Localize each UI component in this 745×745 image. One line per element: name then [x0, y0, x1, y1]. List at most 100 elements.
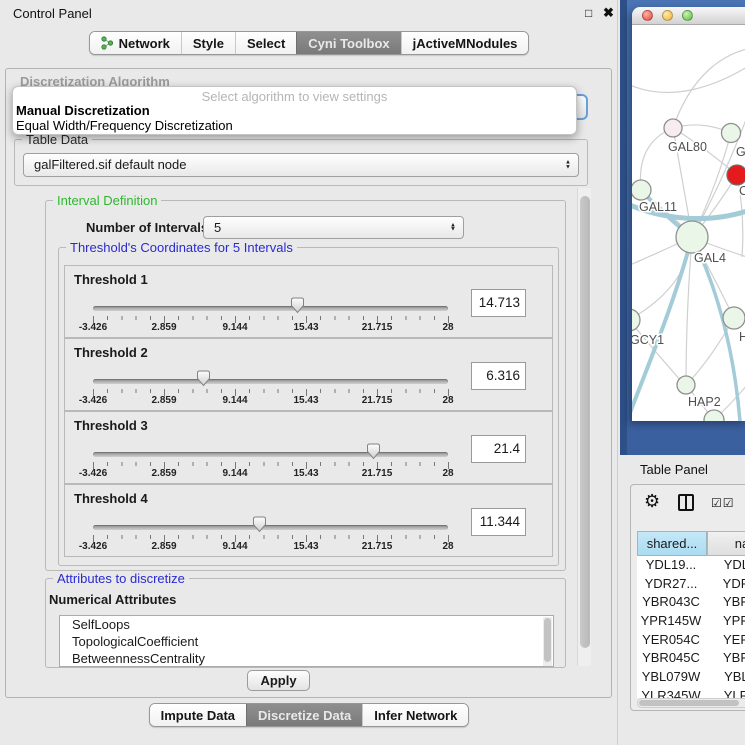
- table-cell-shared-name[interactable]: YDR27...: [637, 575, 705, 594]
- threshold-1-slider[interactable]: -3.4262.8599.14415.4321.71528: [93, 266, 448, 339]
- attribute-list-item[interactable]: BetweennessCentrality: [60, 650, 553, 667]
- table-cell-name[interactable]: YBR0: [705, 649, 745, 668]
- threshold-3-slider[interactable]: -3.4262.8599.14415.4321.71528: [93, 412, 448, 485]
- threshold-4-value[interactable]: 11.344: [471, 508, 526, 536]
- algorithm-option-manual[interactable]: Manual Discretization: [13, 103, 576, 118]
- table-cell-shared-name[interactable]: YBL079W: [637, 668, 705, 687]
- scale-tick-label: 2.859: [151, 322, 176, 333]
- table-panel-title: Table Panel: [640, 462, 708, 477]
- table-cell-name[interactable]: YDR2: [705, 575, 745, 594]
- node-right-mid[interactable]: [723, 307, 745, 329]
- threshold-4-panel: Threshold 4 -3.4262.8599.14415.4321.7152…: [64, 484, 553, 557]
- slider-thumb[interactable]: [196, 370, 211, 387]
- table-horizontal-scrollbar-thumb[interactable]: [639, 700, 739, 706]
- panel-vertical-scrollbar-thumb[interactable]: [580, 196, 590, 648]
- table-row[interactable]: YDL19...YDL1: [637, 556, 745, 575]
- slider-thumb[interactable]: [366, 443, 381, 460]
- table-cell-name[interactable]: YPR1: [705, 612, 745, 631]
- table-cell-name[interactable]: YBL0: [705, 668, 745, 687]
- node-top-right[interactable]: [722, 124, 741, 143]
- table-cell-name[interactable]: YBR0: [705, 593, 745, 612]
- list-scrollbar[interactable]: [543, 617, 552, 667]
- table-cell-shared-name[interactable]: YPR145W: [637, 612, 705, 631]
- table-cell-name[interactable]: YER0: [705, 631, 745, 650]
- slider-track[interactable]: [93, 379, 448, 384]
- panel-vertical-scrollbar[interactable]: [577, 188, 591, 666]
- table-cell-name[interactable]: YDL1: [705, 556, 745, 575]
- table-row[interactable]: YPR145WYPR1: [637, 612, 745, 631]
- mac-zoom-icon[interactable]: [682, 10, 693, 21]
- threshold-2-slider[interactable]: -3.4262.8599.14415.4321.71528: [93, 339, 448, 412]
- float-window-icon[interactable]: □: [585, 6, 592, 20]
- network-window-titlebar[interactable]: [632, 7, 745, 25]
- table-horizontal-scrollbar[interactable]: [637, 698, 745, 708]
- threshold-3-value[interactable]: 21.4: [471, 435, 526, 463]
- node-label: C: [739, 184, 745, 198]
- close-icon[interactable]: ✖: [603, 5, 614, 21]
- node-gal80[interactable]: [664, 119, 682, 137]
- table-row[interactable]: YBR045CYBR0: [637, 649, 745, 668]
- mac-minimize-icon[interactable]: [662, 10, 673, 21]
- network-view-window[interactable]: GAL80 GA C GAL11 GAL4 GCY1 H HAP2: [632, 7, 745, 421]
- attribute-list-item[interactable]: TopologicalCoefficient: [60, 633, 553, 650]
- table-row[interactable]: YLR345WYLR3: [637, 687, 745, 698]
- table-data-combobox[interactable]: galFiltered.sif default node ▲ ▼: [23, 153, 579, 177]
- slider-track[interactable]: [93, 525, 448, 530]
- node-gal4[interactable]: [676, 221, 708, 253]
- numerical-attributes-list[interactable]: SelfLoopsTopologicalCoefficientBetweenne…: [59, 615, 554, 667]
- column-header-name[interactable]: na: [707, 531, 745, 556]
- combobox-spinner-icon[interactable]: ▲ ▼: [565, 161, 571, 170]
- tab-jactivemnodules[interactable]: jActiveMNodules: [401, 32, 529, 54]
- slider-scale-labels: -3.4262.8599.14415.4321.71528: [93, 541, 448, 553]
- scale-tick-label: 9.144: [222, 468, 247, 479]
- threshold-2-value[interactable]: 6.316: [471, 362, 526, 390]
- threshold-4-slider[interactable]: -3.4262.8599.14415.4321.71528: [93, 485, 448, 558]
- tab-network[interactable]: Network: [90, 32, 181, 54]
- scale-tick-label: 15.43: [293, 395, 318, 406]
- mac-close-icon[interactable]: [642, 10, 653, 21]
- table-cell-shared-name[interactable]: YLR345W: [637, 687, 705, 698]
- column-header-shared-name[interactable]: shared...: [637, 531, 707, 556]
- tab-jactivemnodules-label: jActiveMNodules: [413, 36, 518, 51]
- control-panel: Control Panel □ ✖ Network Style Select C: [0, 0, 618, 745]
- list-scrollbar-thumb[interactable]: [544, 618, 551, 662]
- slider-track[interactable]: [93, 306, 448, 311]
- combobox-spinner-icon[interactable]: ▲ ▼: [450, 223, 456, 232]
- tab-style[interactable]: Style: [181, 32, 235, 54]
- table-row[interactable]: YER054CYER0: [637, 631, 745, 650]
- slider-thumb[interactable]: [252, 516, 267, 533]
- threshold-1-value[interactable]: 14.713: [471, 289, 526, 317]
- slider-track[interactable]: [93, 452, 448, 457]
- table-cell-shared-name[interactable]: YBR043C: [637, 593, 705, 612]
- tab-network-label: Network: [119, 36, 170, 51]
- table-row[interactable]: YBR043CYBR0: [637, 593, 745, 612]
- table-cell-shared-name[interactable]: YDL19...: [637, 556, 705, 575]
- threshold-2-panel: Threshold 2 -3.4262.8599.14415.4321.7152…: [64, 338, 553, 411]
- split-panel-icon[interactable]: [678, 494, 694, 511]
- table-cell-name[interactable]: YLR3: [705, 687, 745, 698]
- column-checkboxes-icon[interactable]: ☑☑: [711, 496, 735, 510]
- scale-tick-label: -3.426: [79, 468, 107, 479]
- tab-discretize-data[interactable]: Discretize Data: [246, 704, 362, 726]
- tab-select[interactable]: Select: [235, 32, 296, 54]
- table-cell-shared-name[interactable]: YBR045C: [637, 649, 705, 668]
- scale-tick-label: 21.715: [362, 468, 393, 479]
- table-row[interactable]: YDR27...YDR2: [637, 575, 745, 594]
- node-gal11[interactable]: [632, 180, 651, 200]
- apply-button[interactable]: Apply: [247, 670, 310, 691]
- node-hap2[interactable]: [677, 376, 695, 394]
- tab-infer-network[interactable]: Infer Network: [362, 704, 468, 726]
- network-canvas[interactable]: GAL80 GA C GAL11 GAL4 GCY1 H HAP2: [632, 25, 745, 421]
- node-gcy1[interactable]: [632, 309, 640, 331]
- node-red-selected[interactable]: [727, 165, 745, 185]
- tab-cyni-toolbox[interactable]: Cyni Toolbox: [296, 32, 400, 54]
- attribute-list-item[interactable]: SelfLoops: [60, 616, 553, 633]
- table-cell-shared-name[interactable]: YER054C: [637, 631, 705, 650]
- number-of-intervals-combobox[interactable]: 5 ▲ ▼: [203, 216, 464, 239]
- slider-thumb[interactable]: [290, 297, 305, 314]
- table-row[interactable]: YBL079WYBL0: [637, 668, 745, 687]
- algorithm-option-equal-width[interactable]: Equal Width/Frequency Discretization: [13, 118, 576, 133]
- tab-impute-data[interactable]: Impute Data: [150, 704, 246, 726]
- gear-icon[interactable]: ⚙: [644, 491, 660, 512]
- node-label: GA: [736, 145, 745, 159]
